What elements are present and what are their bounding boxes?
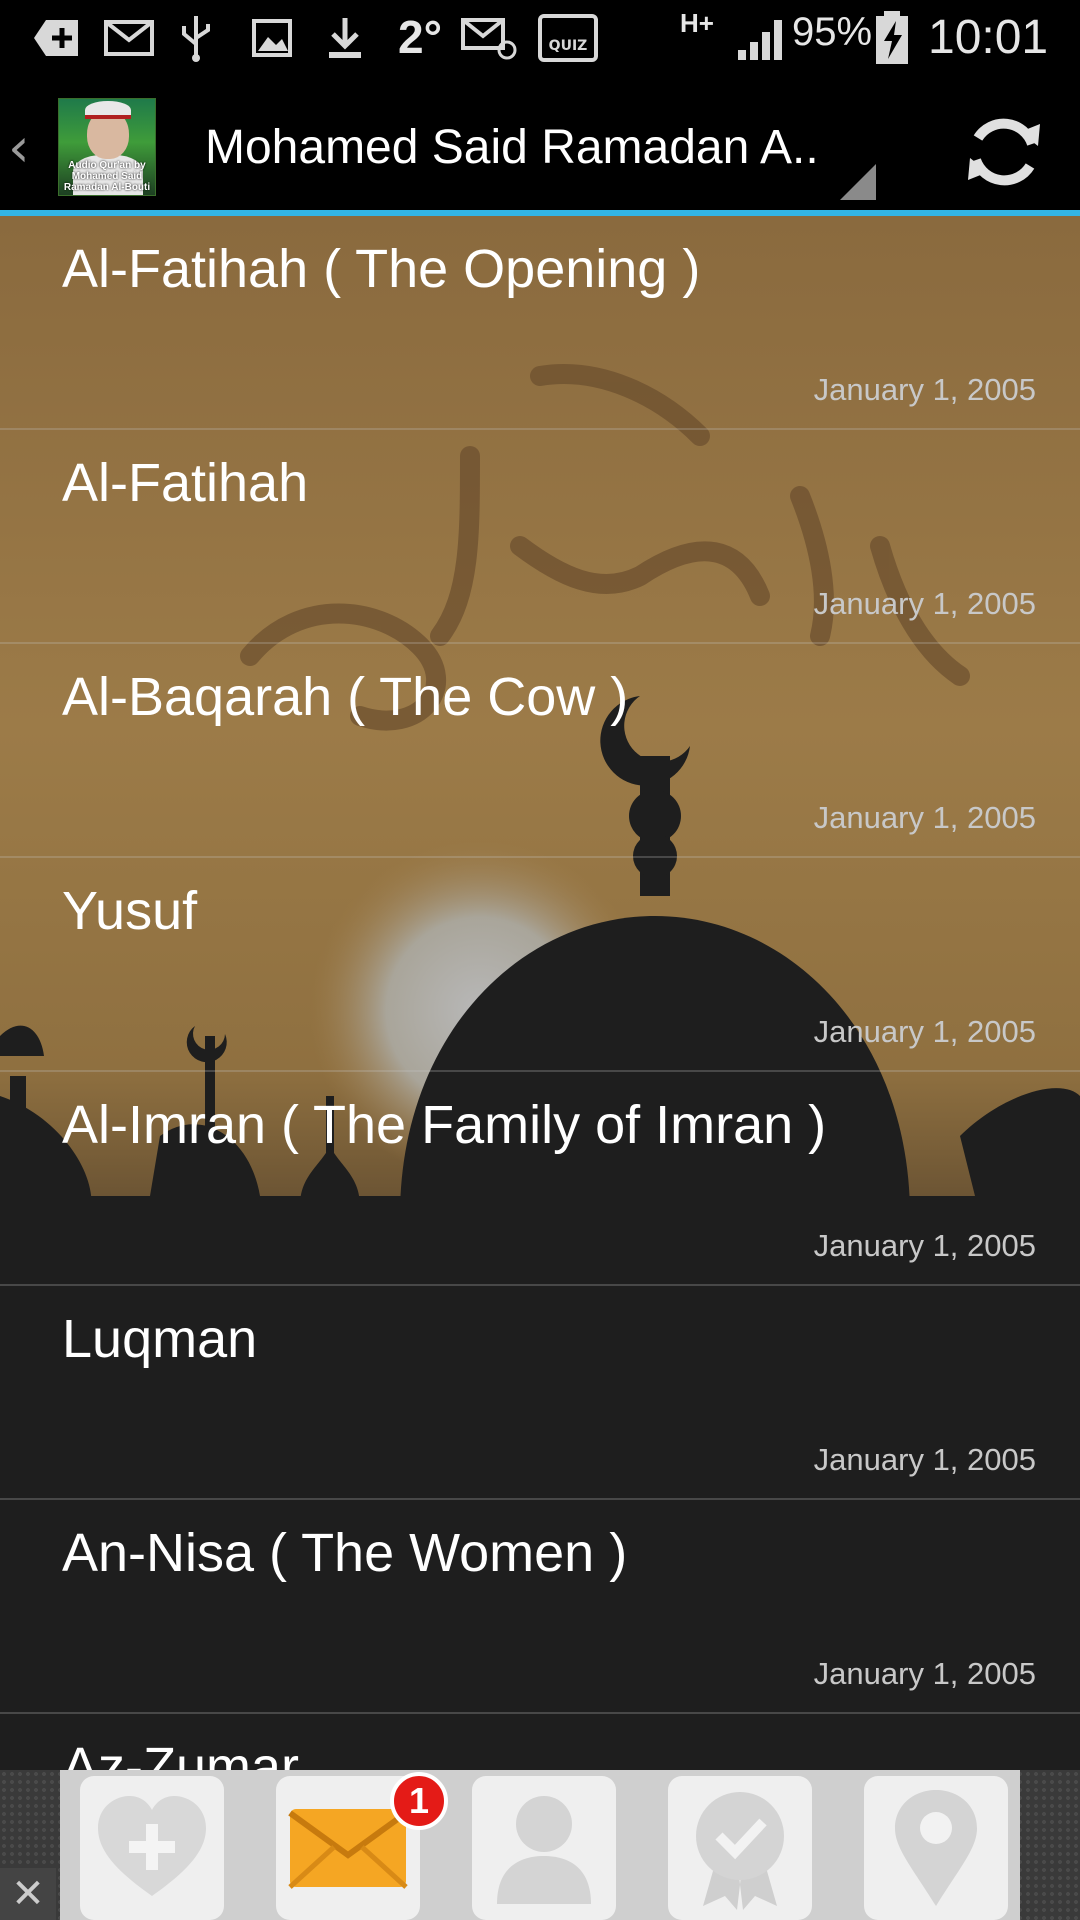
action-bar: ‹ Audio Qur'an by Mohamed Said Ramadan A… bbox=[0, 76, 1080, 216]
app-icon-caption: Audio Qur'an by Mohamed Said Ramadan Al-… bbox=[63, 160, 151, 193]
reciter-dropdown-title[interactable]: Mohamed Said Ramadan A.. bbox=[205, 120, 819, 175]
track-title: Al-Fatihah ( The Opening ) bbox=[62, 239, 701, 299]
track-date: January 1, 2005 bbox=[813, 372, 1036, 407]
ad-tile-health[interactable] bbox=[80, 1776, 224, 1920]
track-row[interactable]: Luqman January 1, 2005 bbox=[0, 1286, 1080, 1500]
network-type-text: H+ bbox=[680, 8, 714, 38]
back-chevron-icon[interactable]: ‹ bbox=[8, 116, 30, 179]
image-icon bbox=[250, 14, 294, 62]
download-icon bbox=[322, 14, 368, 62]
track-row[interactable]: Yusuf January 1, 2005 bbox=[0, 858, 1080, 1072]
track-row[interactable]: An-Nisa ( The Women ) January 1, 2005 bbox=[0, 1500, 1080, 1714]
clock-text: 10:01 bbox=[928, 11, 1049, 64]
usb-icon bbox=[176, 14, 216, 62]
person-icon bbox=[497, 1796, 591, 1904]
track-date: January 1, 2005 bbox=[813, 800, 1036, 835]
health-add-icon bbox=[98, 1796, 206, 1896]
badge-check-icon bbox=[696, 1792, 784, 1910]
temperature-text: 2° bbox=[398, 11, 442, 63]
track-date: January 1, 2005 bbox=[813, 1228, 1036, 1263]
ad-banner[interactable] bbox=[0, 1770, 1080, 1920]
app-icon[interactable]: Audio Qur'an by Mohamed Said Ramadan Al-… bbox=[58, 98, 156, 196]
location-pin-icon bbox=[895, 1790, 977, 1906]
mail-icon bbox=[288, 1809, 408, 1889]
signal-icon bbox=[734, 14, 790, 62]
track-row[interactable]: Al-Baqarah ( The Cow ) January 1, 2005 bbox=[0, 644, 1080, 858]
track-row[interactable]: Al-Fatihah ( The Opening ) January 1, 20… bbox=[0, 216, 1080, 430]
refresh-button[interactable] bbox=[952, 106, 1056, 198]
track-row[interactable]: Al-Fatihah January 1, 2005 bbox=[0, 430, 1080, 644]
status-bar: 2° QUIZ H+ 95% 10:01 bbox=[0, 0, 1080, 76]
track-date: January 1, 2005 bbox=[813, 1014, 1036, 1049]
mail-icon bbox=[102, 14, 156, 62]
track-list-area[interactable]: Al-Fatihah ( The Opening ) January 1, 20… bbox=[0, 216, 1080, 1920]
ad-tile-badge[interactable] bbox=[668, 1776, 812, 1920]
ad-close-button[interactable]: ✕ bbox=[0, 1868, 56, 1920]
track-title: Yusuf bbox=[62, 881, 198, 941]
track-date: January 1, 2005 bbox=[813, 586, 1036, 621]
track-title: An-Nisa ( The Women ) bbox=[62, 1523, 628, 1583]
track-title: Al-Fatihah bbox=[62, 453, 309, 513]
battery-percent-text: 95% bbox=[792, 10, 873, 54]
track-row[interactable]: Al-Imran ( The Family of Imran ) January… bbox=[0, 1072, 1080, 1286]
ad-banner-inner[interactable] bbox=[60, 1770, 1020, 1920]
email-at-icon bbox=[460, 14, 520, 62]
notification-badge: 1 bbox=[390, 1772, 448, 1830]
track-date: January 1, 2005 bbox=[813, 1442, 1036, 1477]
ad-tile-profile[interactable] bbox=[472, 1776, 616, 1920]
dropdown-indicator-icon[interactable] bbox=[840, 164, 876, 200]
track-title: Al-Imran ( The Family of Imran ) bbox=[62, 1095, 827, 1155]
track-title: Luqman bbox=[62, 1309, 258, 1369]
ad-tile-location[interactable] bbox=[864, 1776, 1008, 1920]
track-title: Al-Baqarah ( The Cow ) bbox=[62, 667, 629, 727]
battery-charging-icon bbox=[872, 11, 912, 64]
refresh-icon bbox=[968, 118, 1040, 186]
track-date: January 1, 2005 bbox=[813, 1656, 1036, 1691]
add-icon bbox=[30, 14, 84, 62]
quiz-icon: QUIZ bbox=[536, 14, 600, 62]
track-list: Al-Fatihah ( The Opening ) January 1, 20… bbox=[0, 216, 1080, 1920]
